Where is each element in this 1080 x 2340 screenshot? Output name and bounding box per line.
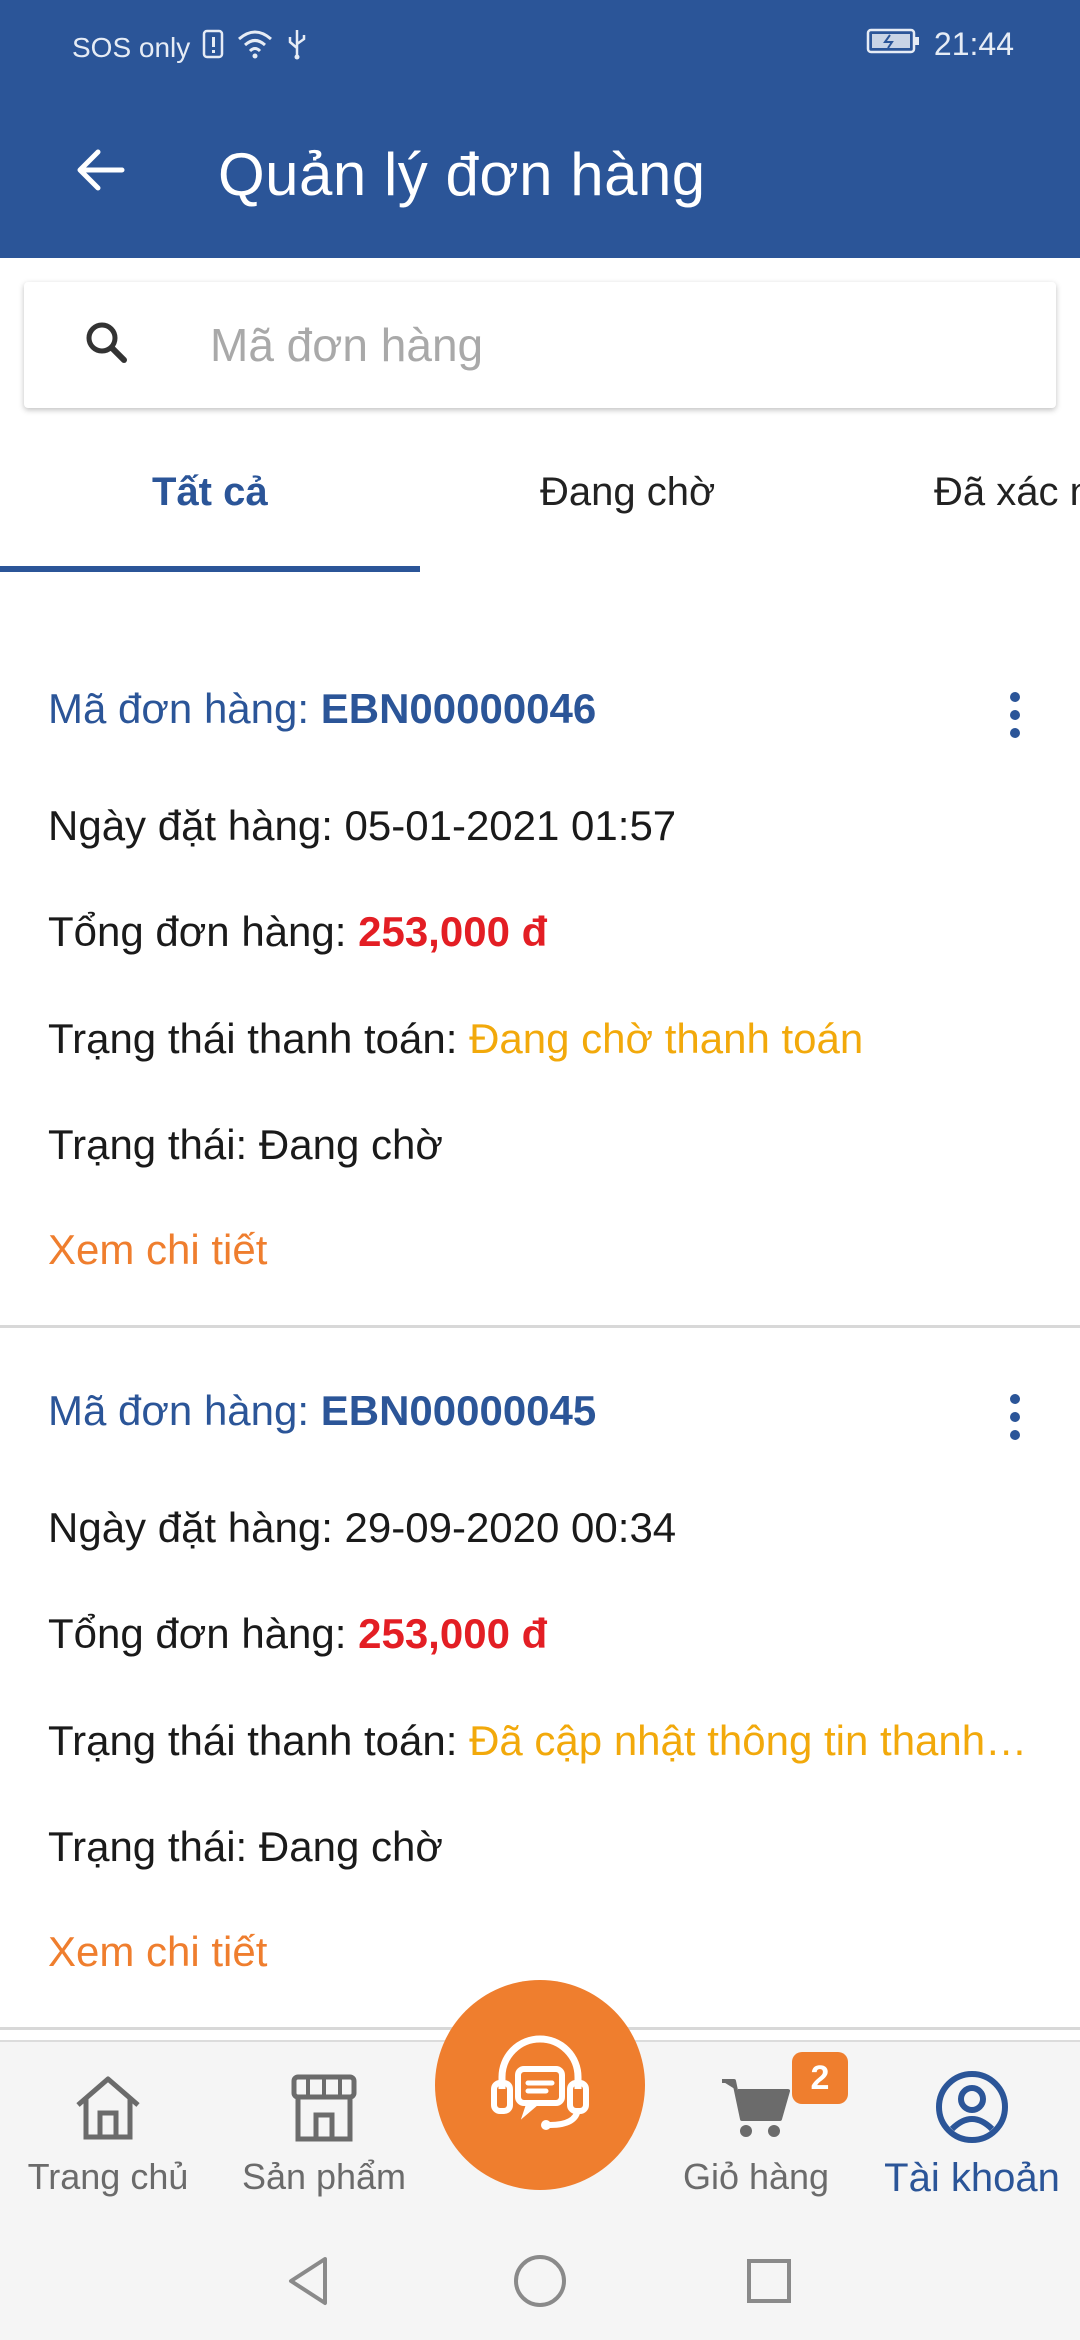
payment-status: Đã cập nhật thông tin thanh toán: [469, 1717, 1030, 1764]
order-code: EBN00000045: [320, 1387, 597, 1434]
tab-all[interactable]: Tất cả: [152, 470, 268, 515]
order-total: 253,000 đ: [358, 1610, 548, 1657]
page-title: Quản lý đơn hàng: [218, 141, 706, 208]
account-icon: [927, 2062, 1017, 2152]
order-date-label: Ngày đặt hàng:: [48, 1504, 333, 1551]
payment-status-row: Trạng thái thanh toán: Đang chờ thanh to…: [48, 1015, 863, 1063]
order-code-row: Mã đơn hàng: EBN00000046: [48, 685, 596, 733]
order-status-label: Trạng thái:: [48, 1121, 248, 1168]
order-status-tabs: Tất cả Đang chờ Đã xác nhận: [0, 440, 1080, 574]
more-options-icon[interactable]: [990, 1387, 1040, 1447]
nav-account[interactable]: Tài khoản: [872, 2062, 1072, 2201]
divider: [0, 1325, 1080, 1328]
home-icon: [63, 2062, 153, 2152]
payment-status-row: Trạng thái thanh toán: Đã cập nhật thông…: [48, 1717, 1029, 1765]
nav-cart-label: Giỏ hàng: [682, 2156, 830, 2197]
tab-pending[interactable]: Đang chờ: [540, 470, 715, 515]
order-total-label: Tổng đơn hàng:: [48, 1610, 347, 1657]
nav-products[interactable]: Sản phẩm: [224, 2062, 424, 2198]
app-bar: SOS only 21:44 Quản lý đơn hàng: [0, 0, 1080, 258]
order-status: Đang chờ: [258, 1121, 443, 1168]
order-status-label: Trạng thái:: [48, 1823, 248, 1870]
more-options-icon[interactable]: [990, 685, 1040, 745]
order-date: 05-01-2021 01:57: [344, 802, 677, 849]
search-bar: [24, 282, 1056, 408]
headset-support-icon: [491, 2035, 589, 2130]
support-button[interactable]: [435, 1980, 645, 2190]
order-status-row: Trạng thái: Đang chờ: [48, 1823, 443, 1871]
order-status-row: Trạng thái: Đang chờ: [48, 1121, 443, 1169]
clock: 21:44: [933, 26, 1014, 62]
order-code-row: Mã đơn hàng: EBN00000045: [48, 1387, 596, 1435]
tab-confirmed[interactable]: Đã xác nhận: [934, 470, 1080, 515]
order-date-row: Ngày đặt hàng: 05-01-2021 01:57: [48, 802, 676, 850]
order-date-row: Ngày đặt hàng: 29-09-2020 00:34: [48, 1504, 676, 1552]
order-status: Đang chờ: [258, 1823, 443, 1870]
search-icon: [76, 312, 140, 376]
payment-status-label: Trạng thái thanh toán:: [48, 1717, 458, 1764]
store-icon: [279, 2062, 369, 2152]
system-recents-icon[interactable]: [734, 2246, 804, 2316]
nav-products-label: Sản phẩm: [241, 2156, 407, 2197]
order-code-search-input[interactable]: [210, 310, 1010, 380]
system-back-icon[interactable]: [274, 2246, 344, 2316]
nav-account-label: Tài khoản: [884, 2156, 1060, 2200]
order-date-label: Ngày đặt hàng:: [48, 802, 333, 849]
order-code: EBN00000046: [320, 685, 597, 732]
order-code-label: Mã đơn hàng:: [48, 685, 310, 732]
order-date: 29-09-2020 00:34: [344, 1504, 677, 1551]
payment-status-label: Trạng thái thanh toán:: [48, 1015, 458, 1062]
nav-home-label: Trang chủ: [27, 2156, 189, 2197]
sim-alert-icon: [202, 29, 224, 66]
status-bar: SOS only 21:44: [0, 0, 1080, 92]
view-detail-link[interactable]: Xem chi tiết: [48, 1226, 267, 1274]
usb-icon: [286, 28, 308, 67]
carrier-label: SOS only: [72, 31, 191, 63]
nav-home[interactable]: Trang chủ: [8, 2062, 208, 2198]
order-code-label: Mã đơn hàng:: [48, 1387, 310, 1434]
system-navigation-bar: [0, 2218, 1080, 2340]
cart-count-badge: 2: [792, 2052, 848, 2104]
order-total: 253,000 đ: [358, 908, 548, 955]
battery-icon: [866, 26, 922, 63]
wifi-icon: [236, 29, 274, 66]
view-detail-link[interactable]: Xem chi tiết: [48, 1928, 267, 1976]
back-button[interactable]: [60, 130, 140, 210]
payment-status: Đang chờ thanh toán: [469, 1015, 864, 1062]
system-home-icon[interactable]: [505, 2246, 575, 2316]
cart-icon: [711, 2062, 801, 2152]
order-total-label: Tổng đơn hàng:: [48, 908, 347, 955]
arrow-left-icon: [77, 149, 125, 191]
order-total-row: Tổng đơn hàng: 253,000 đ: [48, 908, 547, 956]
active-tab-indicator: [0, 566, 420, 572]
order-total-row: Tổng đơn hàng: 253,000 đ: [48, 1610, 547, 1658]
